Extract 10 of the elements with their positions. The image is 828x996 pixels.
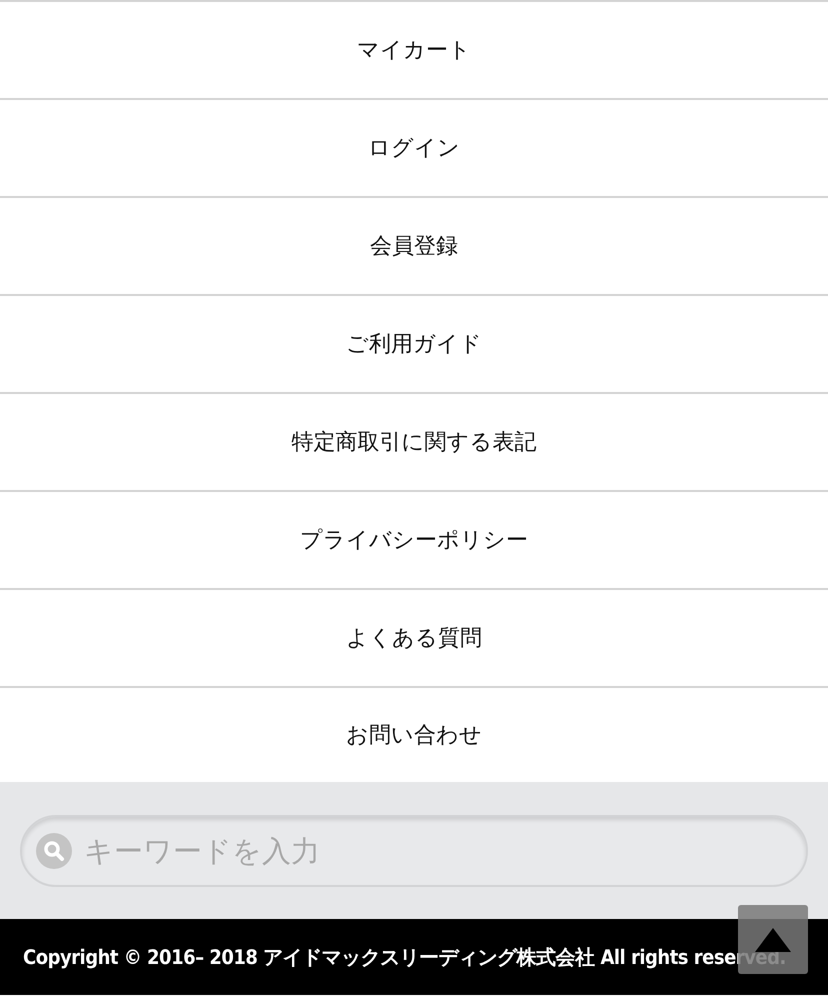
menu-link[interactable]: 特定商取引に関する表記: [0, 394, 828, 492]
search-field[interactable]: キーワードを入力: [20, 815, 808, 887]
menu-link[interactable]: お問い合わせ: [0, 688, 828, 782]
menu-link[interactable]: ご利用ガイド: [0, 296, 828, 394]
menu-link[interactable]: マイカート: [0, 2, 828, 100]
menu-link[interactable]: プライバシーポリシー: [0, 492, 828, 590]
menu-link[interactable]: よくある質問: [0, 590, 828, 688]
triangle-up-icon: [755, 928, 791, 952]
menu-link[interactable]: 会員登録: [0, 198, 828, 296]
menu-link[interactable]: ログイン: [0, 100, 828, 198]
